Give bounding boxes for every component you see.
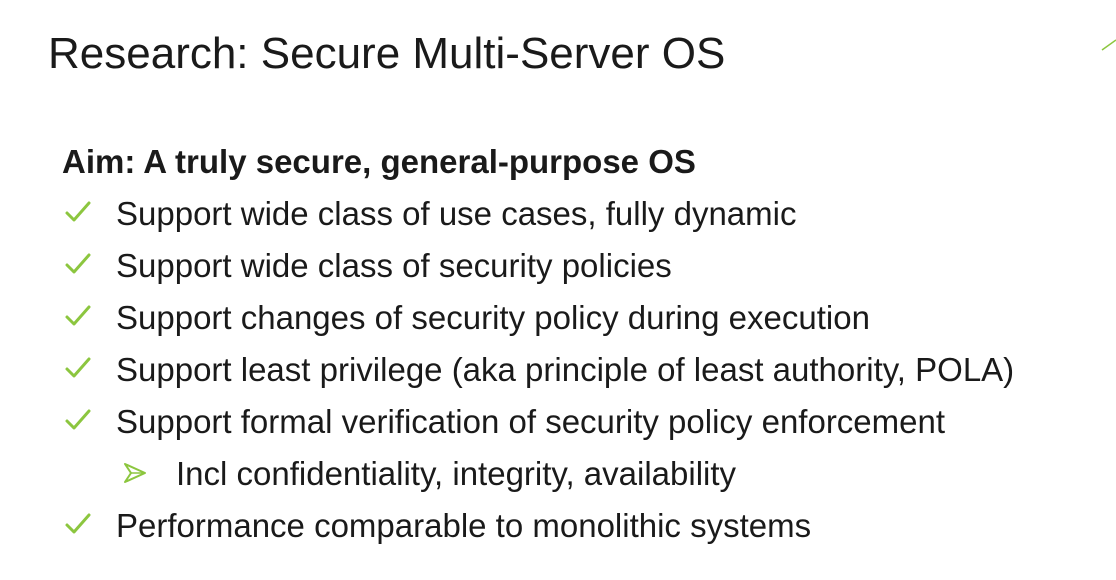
check-icon xyxy=(65,305,91,326)
check-icon xyxy=(65,201,91,222)
check-icon xyxy=(65,253,91,274)
bullet-list: Support wide class of use cases, fully d… xyxy=(0,190,1116,554)
bullet-item: Support wide class of use cases, fully d… xyxy=(0,190,1116,242)
bullet-item: Performance comparable to monolithic sys… xyxy=(0,502,1116,554)
bullet-text: Support least privilege (aka principle o… xyxy=(116,351,1015,388)
bullet-item: Support least privilege (aka principle o… xyxy=(0,346,1116,398)
sub-bullet-item: Incl confidentiality, integrity, availab… xyxy=(0,450,1116,502)
bullet-text: Support changes of security policy durin… xyxy=(116,299,870,336)
check-icon xyxy=(65,513,91,534)
bullet-text: Performance comparable to monolithic sys… xyxy=(116,507,812,544)
bullet-text: Support wide class of security policies xyxy=(116,247,672,284)
decorative-stroke-icon xyxy=(1101,39,1116,51)
slide: Research: Secure Multi-Server OS Aim: A … xyxy=(0,0,1116,580)
aim-heading: Aim: A truly secure, general-purpose OS xyxy=(62,143,696,180)
slide-title: Research: Secure Multi-Server OS xyxy=(48,29,726,78)
bullet-text: Support wide class of use cases, fully d… xyxy=(116,195,797,232)
bullet-text: Support formal verification of security … xyxy=(116,403,946,440)
bullet-item: Support wide class of security policies xyxy=(0,242,1116,294)
check-icon xyxy=(65,357,91,378)
arrow-right-icon xyxy=(124,463,146,483)
bullet-item: Support formal verification of security … xyxy=(0,398,1116,450)
bullet-text: Incl confidentiality, integrity, availab… xyxy=(176,455,737,492)
bullet-item: Support changes of security policy durin… xyxy=(0,294,1116,346)
check-icon xyxy=(65,409,91,430)
